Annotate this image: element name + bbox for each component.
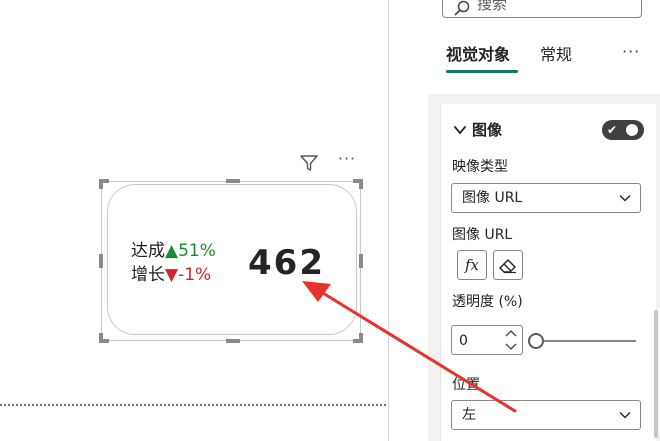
search-input[interactable]: 搜索	[442, 0, 642, 18]
kpi-achievement-value: 51%	[178, 241, 216, 261]
search-placeholder: 搜索	[477, 0, 508, 13]
chevron-down-icon	[619, 412, 631, 419]
visual-header: ···	[296, 150, 366, 176]
kpi-achievement-label: 达成	[131, 241, 165, 261]
down-arrow-icon: ▼	[165, 265, 179, 285]
resize-handle-bottom-right[interactable]	[359, 333, 363, 343]
canvas-divider	[388, 0, 389, 441]
tab-visual[interactable]: 视觉对象	[446, 44, 510, 66]
page-boundary-line	[0, 404, 386, 406]
transparency-label: 透明度 (%)	[452, 294, 523, 310]
filter-icon[interactable]	[298, 152, 320, 174]
resize-handle-bottom-left[interactable]	[99, 333, 103, 343]
format-pane: 搜索 视觉对象 常规 ···	[428, 0, 660, 441]
more-options-icon[interactable]: ···	[622, 42, 640, 61]
kpi-growth-label: 增长	[131, 265, 165, 285]
kpi-achievement-line: 达成▲51%	[131, 239, 216, 263]
eraser-button[interactable]	[493, 250, 523, 280]
chevron-down-icon[interactable]	[452, 122, 468, 138]
image-type-label: 映像类型	[452, 159, 508, 175]
position-dropdown[interactable]: 左	[451, 400, 641, 430]
check-icon: ✔	[607, 123, 618, 137]
position-value: 左	[462, 407, 476, 423]
kpi-growth-line: 增长▼-1%	[131, 263, 216, 287]
pane-scrollbar[interactable]	[654, 310, 658, 438]
transparency-value: 0	[459, 333, 468, 349]
image-type-dropdown[interactable]: 图像 URL	[451, 183, 641, 213]
resize-handle-left[interactable]	[99, 254, 103, 268]
image-url-label: 图像 URL	[452, 227, 513, 243]
image-type-value: 图像 URL	[462, 190, 523, 206]
tab-general[interactable]: 常规	[540, 44, 572, 66]
fx-icon: fx	[464, 256, 479, 274]
pane-header: 搜索 视觉对象 常规 ···	[428, 0, 660, 94]
search-icon	[454, 0, 470, 16]
resize-handle-top-right[interactable]	[359, 179, 363, 189]
eraser-icon	[499, 259, 516, 274]
resize-handle-right[interactable]	[359, 254, 363, 268]
position-label: 位置	[452, 377, 480, 393]
more-options-icon[interactable]: ···	[334, 150, 360, 172]
resize-handle-top-left[interactable]	[99, 179, 103, 189]
kpi-lines: 达成▲51% 增长▼-1%	[131, 239, 216, 287]
fx-button[interactable]: fx	[457, 250, 487, 280]
chevron-down-icon	[619, 195, 631, 202]
transparency-slider-thumb[interactable]	[528, 333, 544, 349]
resize-handle-bottom[interactable]	[226, 339, 240, 343]
up-arrow-icon: ▲	[165, 241, 179, 261]
transparency-input[interactable]: 0	[451, 325, 523, 355]
kpi-main-value: 462	[248, 243, 325, 283]
toggle-knob	[626, 124, 638, 136]
kpi-growth-value: -1%	[178, 265, 212, 285]
spin-arrows-icon[interactable]	[502, 327, 520, 353]
resize-handle-top[interactable]	[226, 179, 240, 183]
image-toggle[interactable]: ✔	[602, 120, 644, 140]
image-section-title: 图像	[472, 121, 503, 139]
transparency-slider-track[interactable]	[544, 340, 636, 342]
tab-selected-indicator	[446, 70, 518, 73]
image-section-header[interactable]: 图像 ✔	[452, 120, 648, 142]
